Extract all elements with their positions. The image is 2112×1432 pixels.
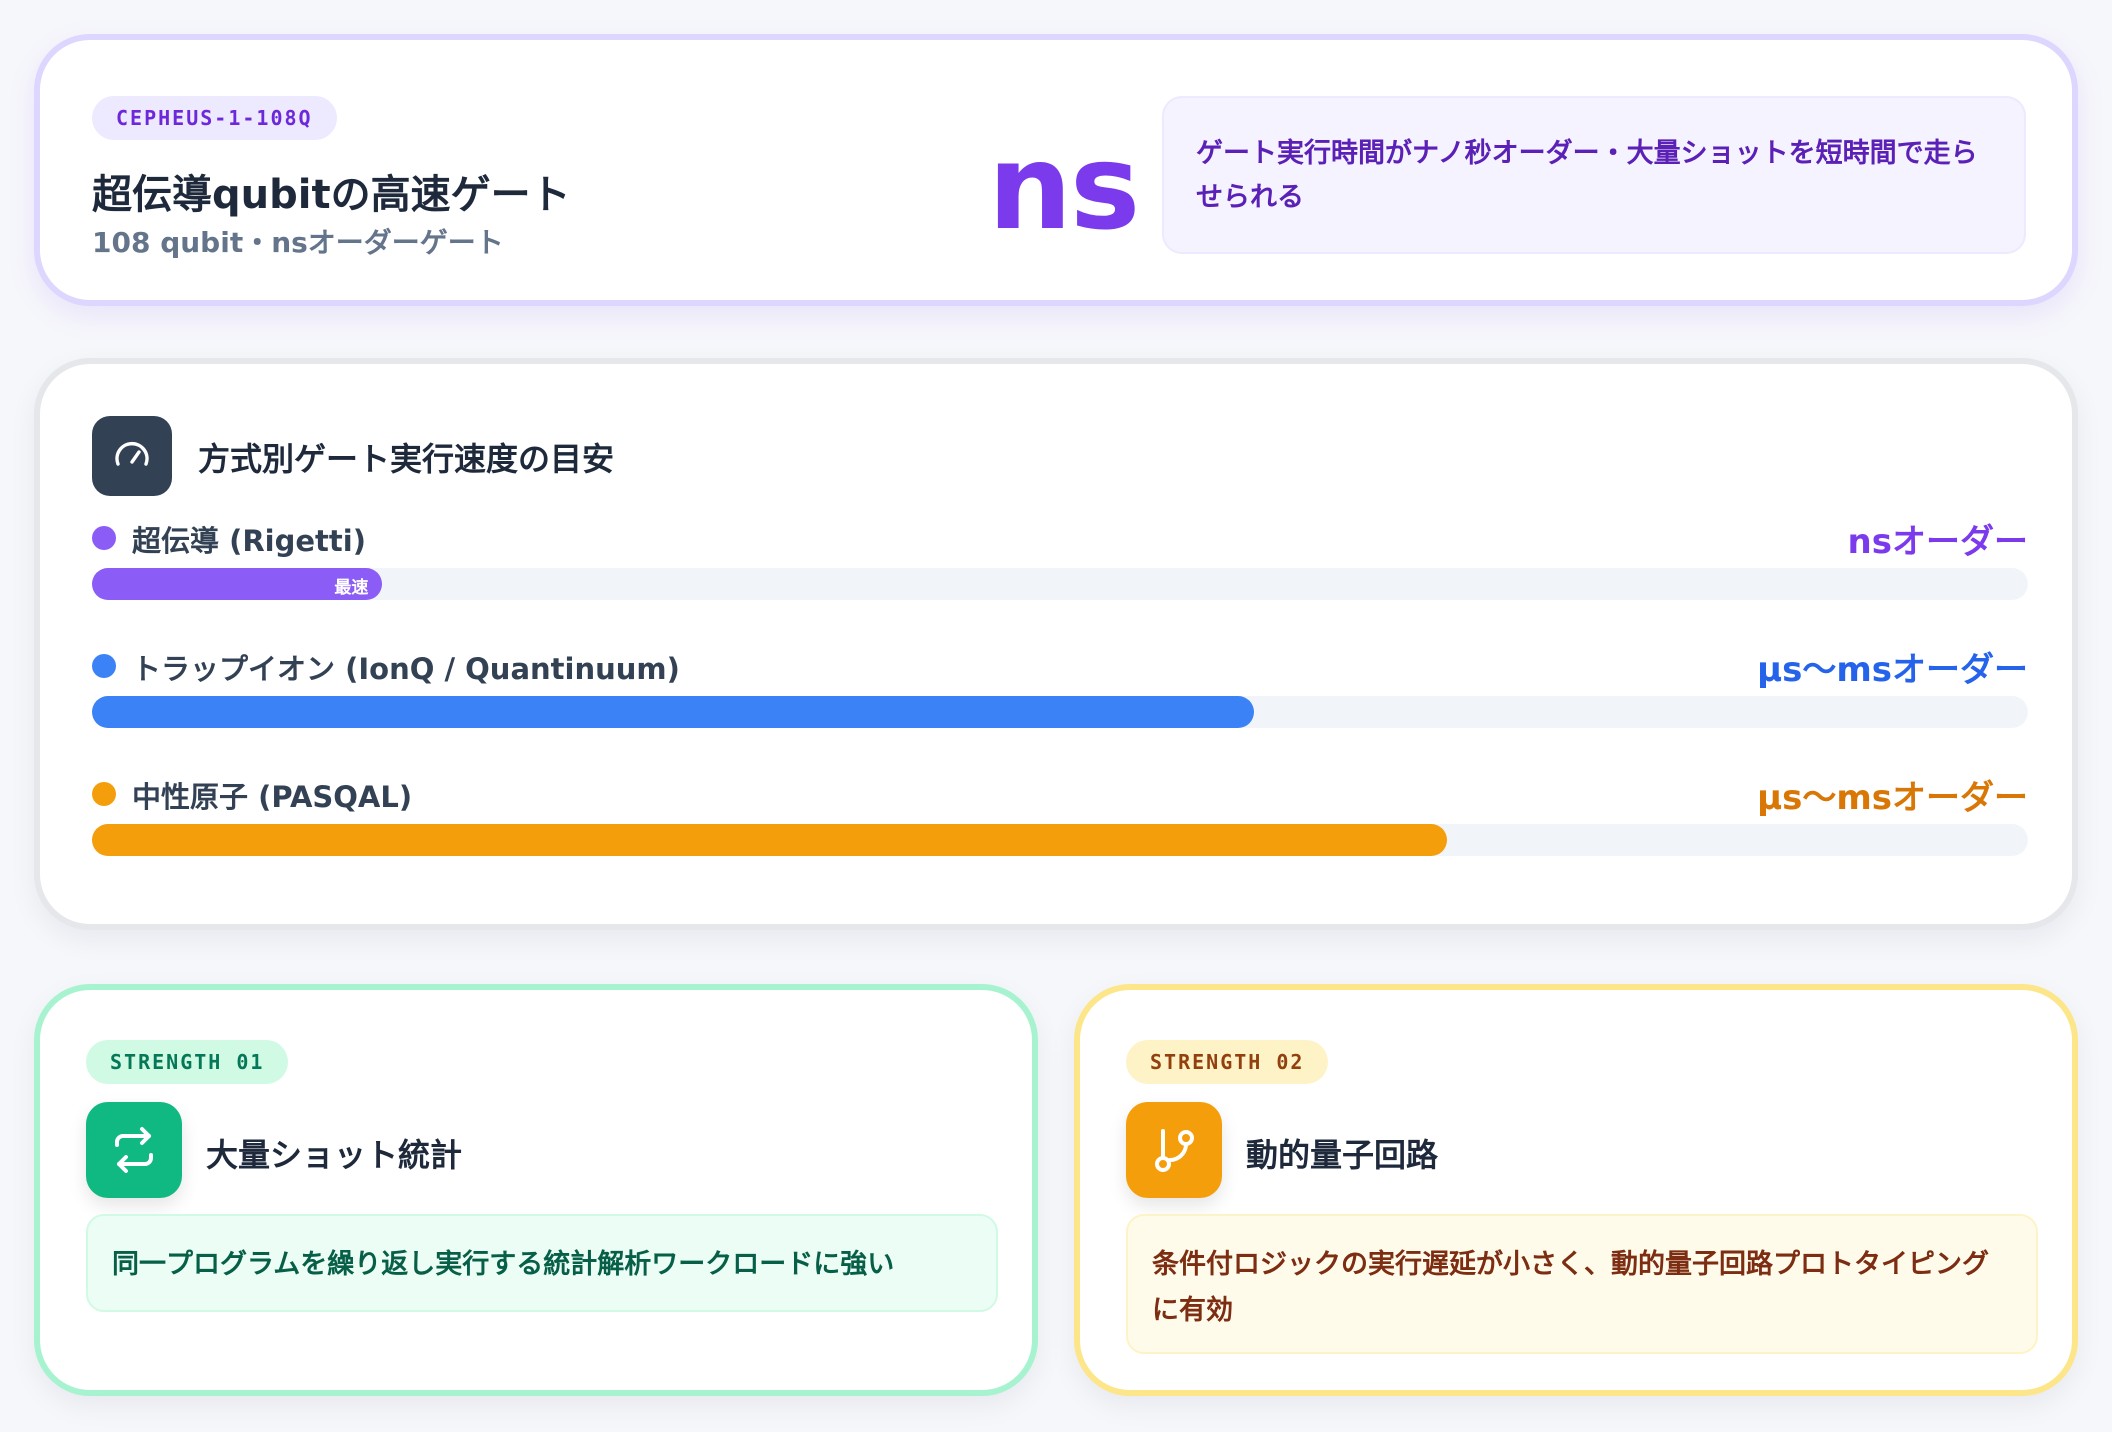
hero-unit: ns: [988, 118, 1140, 256]
strength-title: 動的量子回路: [1246, 1136, 1439, 1174]
speed-row-superconducting: 超伝導 (Rigetti) nsオーダー 最速: [92, 518, 2028, 628]
hero-card: CEPHEUS-1-108Q 超伝導qubitの高速ゲート 108 qubit・…: [34, 34, 2078, 306]
strength-description: 条件付ロジックの実行遅延が小さく、動的量子回路プロトタイピングに有効: [1126, 1214, 2038, 1354]
device-tag: CEPHEUS-1-108Q: [92, 96, 337, 140]
fastest-badge: 最速: [334, 578, 369, 598]
speedometer-icon: [92, 416, 172, 496]
speed-bar-fill: 最速: [92, 568, 383, 600]
repeat-arrows-icon: [86, 1102, 182, 1198]
branch-icon: [1126, 1102, 1222, 1198]
strength-description: 同一プログラムを繰り返し実行する統計解析ワークロードに強い: [86, 1214, 998, 1312]
speed-comparison-card: 方式別ゲート実行速度の目安 超伝導 (Rigetti) nsオーダー 最速 トラ…: [34, 358, 2078, 930]
speed-title: 方式別ゲート実行速度の目安: [198, 440, 615, 478]
hero-title: 超伝導qubitの高速ゲート: [92, 172, 571, 218]
row-value: µs〜msオーダー: [1757, 650, 2028, 690]
row-dot: [92, 654, 116, 678]
speed-bar-fill: [92, 824, 1448, 856]
strength-card-01: STRENGTH 01 大量ショット統計 同一プログラムを繰り返し実行する統計解…: [34, 984, 1038, 1396]
speed-bar-fill: [92, 696, 1254, 728]
speed-row-neutral-atom: 中性原子 (PASQAL) µs〜msオーダー: [92, 774, 2028, 884]
speed-bar-track: [92, 696, 2028, 728]
hero-subtitle: 108 qubit・nsオーダーゲート: [92, 226, 504, 259]
strength-tag: STRENGTH 02: [1126, 1040, 1329, 1084]
row-value: µs〜msオーダー: [1757, 778, 2028, 818]
row-label: 超伝導 (Rigetti): [132, 524, 366, 558]
row-label: トラップイオン (IonQ / Quantinuum): [132, 652, 680, 686]
row-label: 中性原子 (PASQAL): [132, 780, 413, 814]
row-value: nsオーダー: [1847, 522, 2028, 562]
strength-card-02: STRENGTH 02 動的量子回路 条件付ロジックの実行遅延が小さく、動的量子…: [1074, 984, 2078, 1396]
strength-title: 大量ショット統計: [206, 1136, 463, 1174]
speed-row-trapped-ion: トラップイオン (IonQ / Quantinuum) µs〜msオーダー: [92, 646, 2028, 756]
row-dot: [92, 782, 116, 806]
speed-bar-track: 最速: [92, 568, 2028, 600]
strength-tag: STRENGTH 01: [86, 1040, 289, 1084]
row-dot: [92, 526, 116, 550]
speed-bar-track: [92, 824, 2028, 856]
hero-note: ゲート実行時間がナノ秒オーダー・大量ショットを短時間で走らせられる: [1162, 96, 2026, 254]
